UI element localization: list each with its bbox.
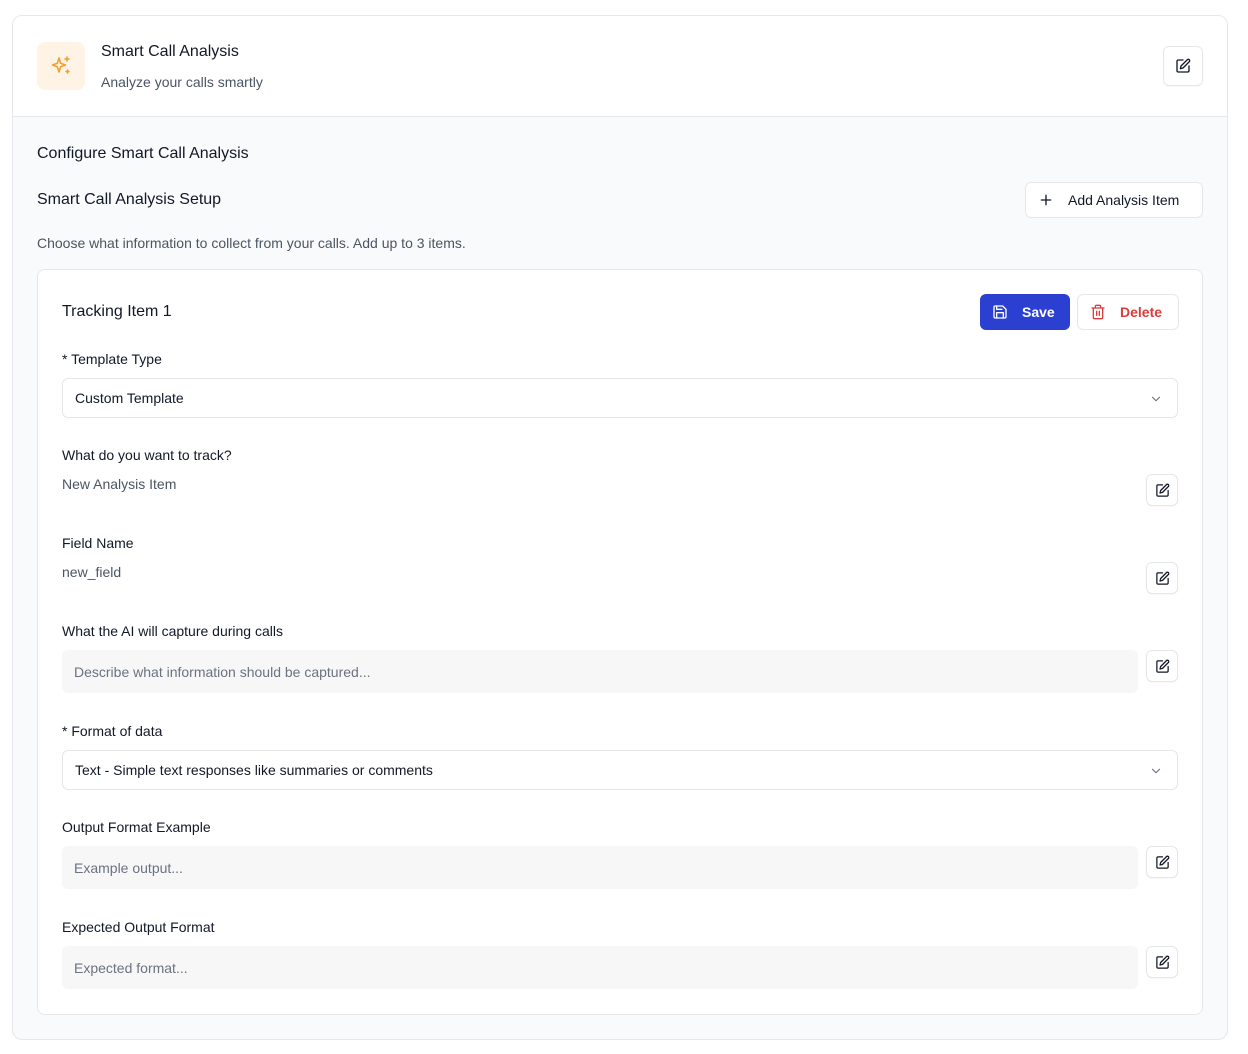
field-name-value: new_field	[62, 564, 122, 580]
delete-button[interactable]: Delete	[1077, 294, 1179, 330]
output-example-label: Output Format Example	[62, 819, 211, 835]
config-title: Configure Smart Call Analysis	[37, 145, 249, 162]
add-analysis-item-label: Add Analysis Item	[1068, 192, 1180, 208]
track-value: New Analysis Item	[62, 476, 177, 492]
smart-call-analysis-panel: Smart Call Analysis Analyze your calls s…	[12, 15, 1228, 1040]
add-analysis-item-button[interactable]: Add Analysis Item	[1025, 182, 1203, 218]
delete-label: Delete	[1120, 304, 1163, 320]
capture-label: What the AI will capture during calls	[62, 623, 283, 639]
panel-header: Smart Call Analysis Analyze your calls s…	[13, 16, 1227, 117]
template-type-value: Custom Template	[75, 390, 184, 406]
template-type-label: * Template Type	[62, 351, 162, 367]
capture-placeholder: Describe what information should be capt…	[74, 663, 371, 680]
plus-icon	[1040, 194, 1052, 206]
field-name-label: Field Name	[62, 535, 134, 551]
capture-field[interactable]: Describe what information should be capt…	[62, 650, 1138, 693]
trash-icon	[1091, 304, 1105, 320]
capture-edit-button[interactable]	[1146, 650, 1178, 682]
format-value: Text - Simple text responses like summar…	[75, 762, 433, 778]
expected-format-placeholder: Expected format...	[74, 959, 188, 976]
track-edit-button[interactable]	[1146, 474, 1178, 506]
expected-format-edit-button[interactable]	[1146, 946, 1178, 978]
edit-icon	[1155, 571, 1169, 585]
edit-icon	[1155, 855, 1169, 869]
field-name-edit-button[interactable]	[1146, 562, 1178, 594]
chevron-down-icon	[1151, 768, 1161, 774]
save-icon	[993, 305, 1007, 319]
save-label: Save	[1022, 304, 1055, 320]
setup-title: Smart Call Analysis Setup	[37, 191, 222, 208]
header-edit-button[interactable]	[1163, 46, 1203, 86]
tracking-item-card: Tracking Item 1 Save Delete * Template T…	[37, 269, 1203, 1015]
edit-icon	[1155, 955, 1169, 969]
format-select[interactable]: Text - Simple text responses like summar…	[62, 750, 1178, 790]
output-example-field[interactable]: Example output...	[62, 846, 1138, 889]
app-subtitle: Analyze your calls smartly	[101, 74, 263, 90]
output-example-edit-button[interactable]	[1146, 846, 1178, 878]
format-label: * Format of data	[62, 723, 163, 739]
edit-icon	[1155, 483, 1169, 497]
app-title: Smart Call Analysis	[101, 43, 239, 60]
save-button[interactable]: Save	[980, 294, 1070, 330]
setup-description: Choose what information to collect from …	[37, 235, 466, 251]
edit-icon	[1176, 58, 1191, 73]
app-icon-tile	[37, 42, 85, 90]
tracking-item-title: Tracking Item 1	[62, 303, 172, 320]
expected-format-field[interactable]: Expected format...	[62, 946, 1138, 989]
sparkles-icon	[51, 56, 70, 74]
edit-icon	[1155, 659, 1169, 673]
chevron-down-icon	[1151, 396, 1161, 402]
expected-format-label: Expected Output Format	[62, 919, 215, 935]
track-label: What do you want to track?	[62, 447, 232, 463]
template-type-select[interactable]: Custom Template	[62, 378, 1178, 418]
output-example-placeholder: Example output...	[74, 859, 183, 876]
